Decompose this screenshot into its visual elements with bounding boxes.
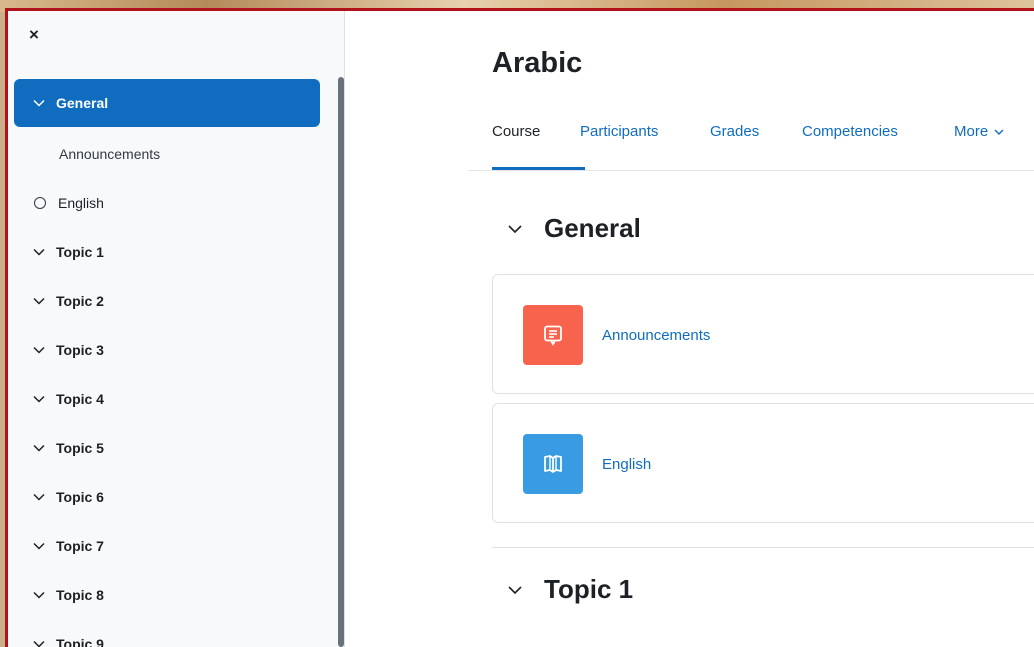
tab-more-label: More (954, 123, 989, 140)
tab-more[interactable]: More (954, 123, 1004, 140)
course-index-item[interactable]: Topic 5 (14, 423, 320, 472)
chevron-down-icon[interactable] (32, 294, 46, 308)
course-index-item[interactable]: Topic 9 (14, 619, 320, 647)
activity-english: English (492, 403, 1034, 523)
chevron-down-icon[interactable] (32, 392, 46, 406)
section-general-title: General (544, 213, 641, 243)
course-index-item-label: Topic 6 (56, 488, 104, 505)
book-icon (523, 434, 583, 494)
course-index-item[interactable]: Topic 1 (14, 227, 320, 276)
course-index-item-label: Topic 8 (56, 586, 104, 603)
activity-link-english[interactable]: English (602, 456, 651, 473)
course-index-item-label: Topic 5 (56, 439, 104, 456)
course-index-item-label: Topic 1 (56, 243, 104, 260)
active-tab-indicator (492, 167, 585, 170)
tab-competencies[interactable]: Competencies (802, 123, 898, 140)
chevron-down-icon[interactable] (32, 343, 46, 357)
circle-icon (34, 196, 46, 209)
course-index-item-label: Topic 2 (56, 292, 104, 309)
chevron-down-icon[interactable] (32, 637, 46, 647)
course-index-item-label: English (58, 194, 104, 211)
chevron-down-icon (994, 129, 1004, 135)
course-index-item-label: Topic 4 (56, 390, 104, 407)
course-index-item[interactable]: Topic 8 (14, 570, 320, 619)
chevron-down-icon (506, 581, 524, 599)
section-general-header[interactable]: General (506, 213, 641, 244)
section-topic1-title: Topic 1 (544, 574, 634, 604)
course-index-item-label: Announcements (59, 145, 161, 162)
drawer-scrollbar[interactable] (338, 77, 344, 647)
secondary-navigation: Course Participants Grades Competencies … (468, 109, 1034, 171)
course-index-drawer: × General Announcements English Topic 1 Topi… (8, 11, 345, 647)
course-index-item[interactable]: Topic 2 (14, 276, 320, 325)
chevron-down-icon[interactable] (32, 490, 46, 504)
chevron-down-icon[interactable] (32, 588, 46, 602)
chevron-down-icon[interactable] (32, 245, 46, 259)
course-index-item-label: Topic 3 (56, 341, 104, 358)
chevron-down-icon[interactable] (32, 441, 46, 455)
screenshot-frame: × General Announcements English Topic 1 Topi… (5, 8, 1034, 647)
activity-announcements: Announcements (492, 274, 1034, 394)
section-topic1-header[interactable]: Topic 1 (506, 574, 633, 605)
course-index-item-label: General (56, 95, 109, 111)
main-content: Arabic Course Participants Grades Compet… (346, 11, 1034, 647)
course-index-item-label: Topic 7 (56, 537, 104, 554)
tab-grades[interactable]: Grades (710, 123, 759, 140)
course-index-item[interactable]: Topic 4 (14, 374, 320, 423)
forum-icon (523, 305, 583, 365)
tab-participants[interactable]: Participants (580, 123, 658, 140)
chevron-down-icon[interactable] (32, 96, 46, 110)
course-index-item[interactable]: English (14, 178, 320, 227)
course-index-item[interactable]: Announcements (14, 129, 320, 178)
course-index-list: General Announcements English Topic 1 Topic … (14, 79, 320, 647)
activity-link-announcements[interactable]: Announcements (602, 327, 710, 344)
course-index-item[interactable]: General (14, 79, 320, 127)
tab-course[interactable]: Course (492, 123, 540, 140)
page-title: Arabic (492, 47, 583, 79)
section-divider (492, 547, 1034, 548)
chevron-down-icon (506, 220, 524, 238)
course-index-item[interactable]: Topic 3 (14, 325, 320, 374)
course-index-item[interactable]: Topic 7 (14, 521, 320, 570)
close-icon[interactable]: × (24, 25, 44, 45)
chevron-down-icon[interactable] (32, 539, 46, 553)
course-index-item-label: Topic 9 (56, 635, 104, 647)
course-index-item[interactable]: Topic 6 (14, 472, 320, 521)
